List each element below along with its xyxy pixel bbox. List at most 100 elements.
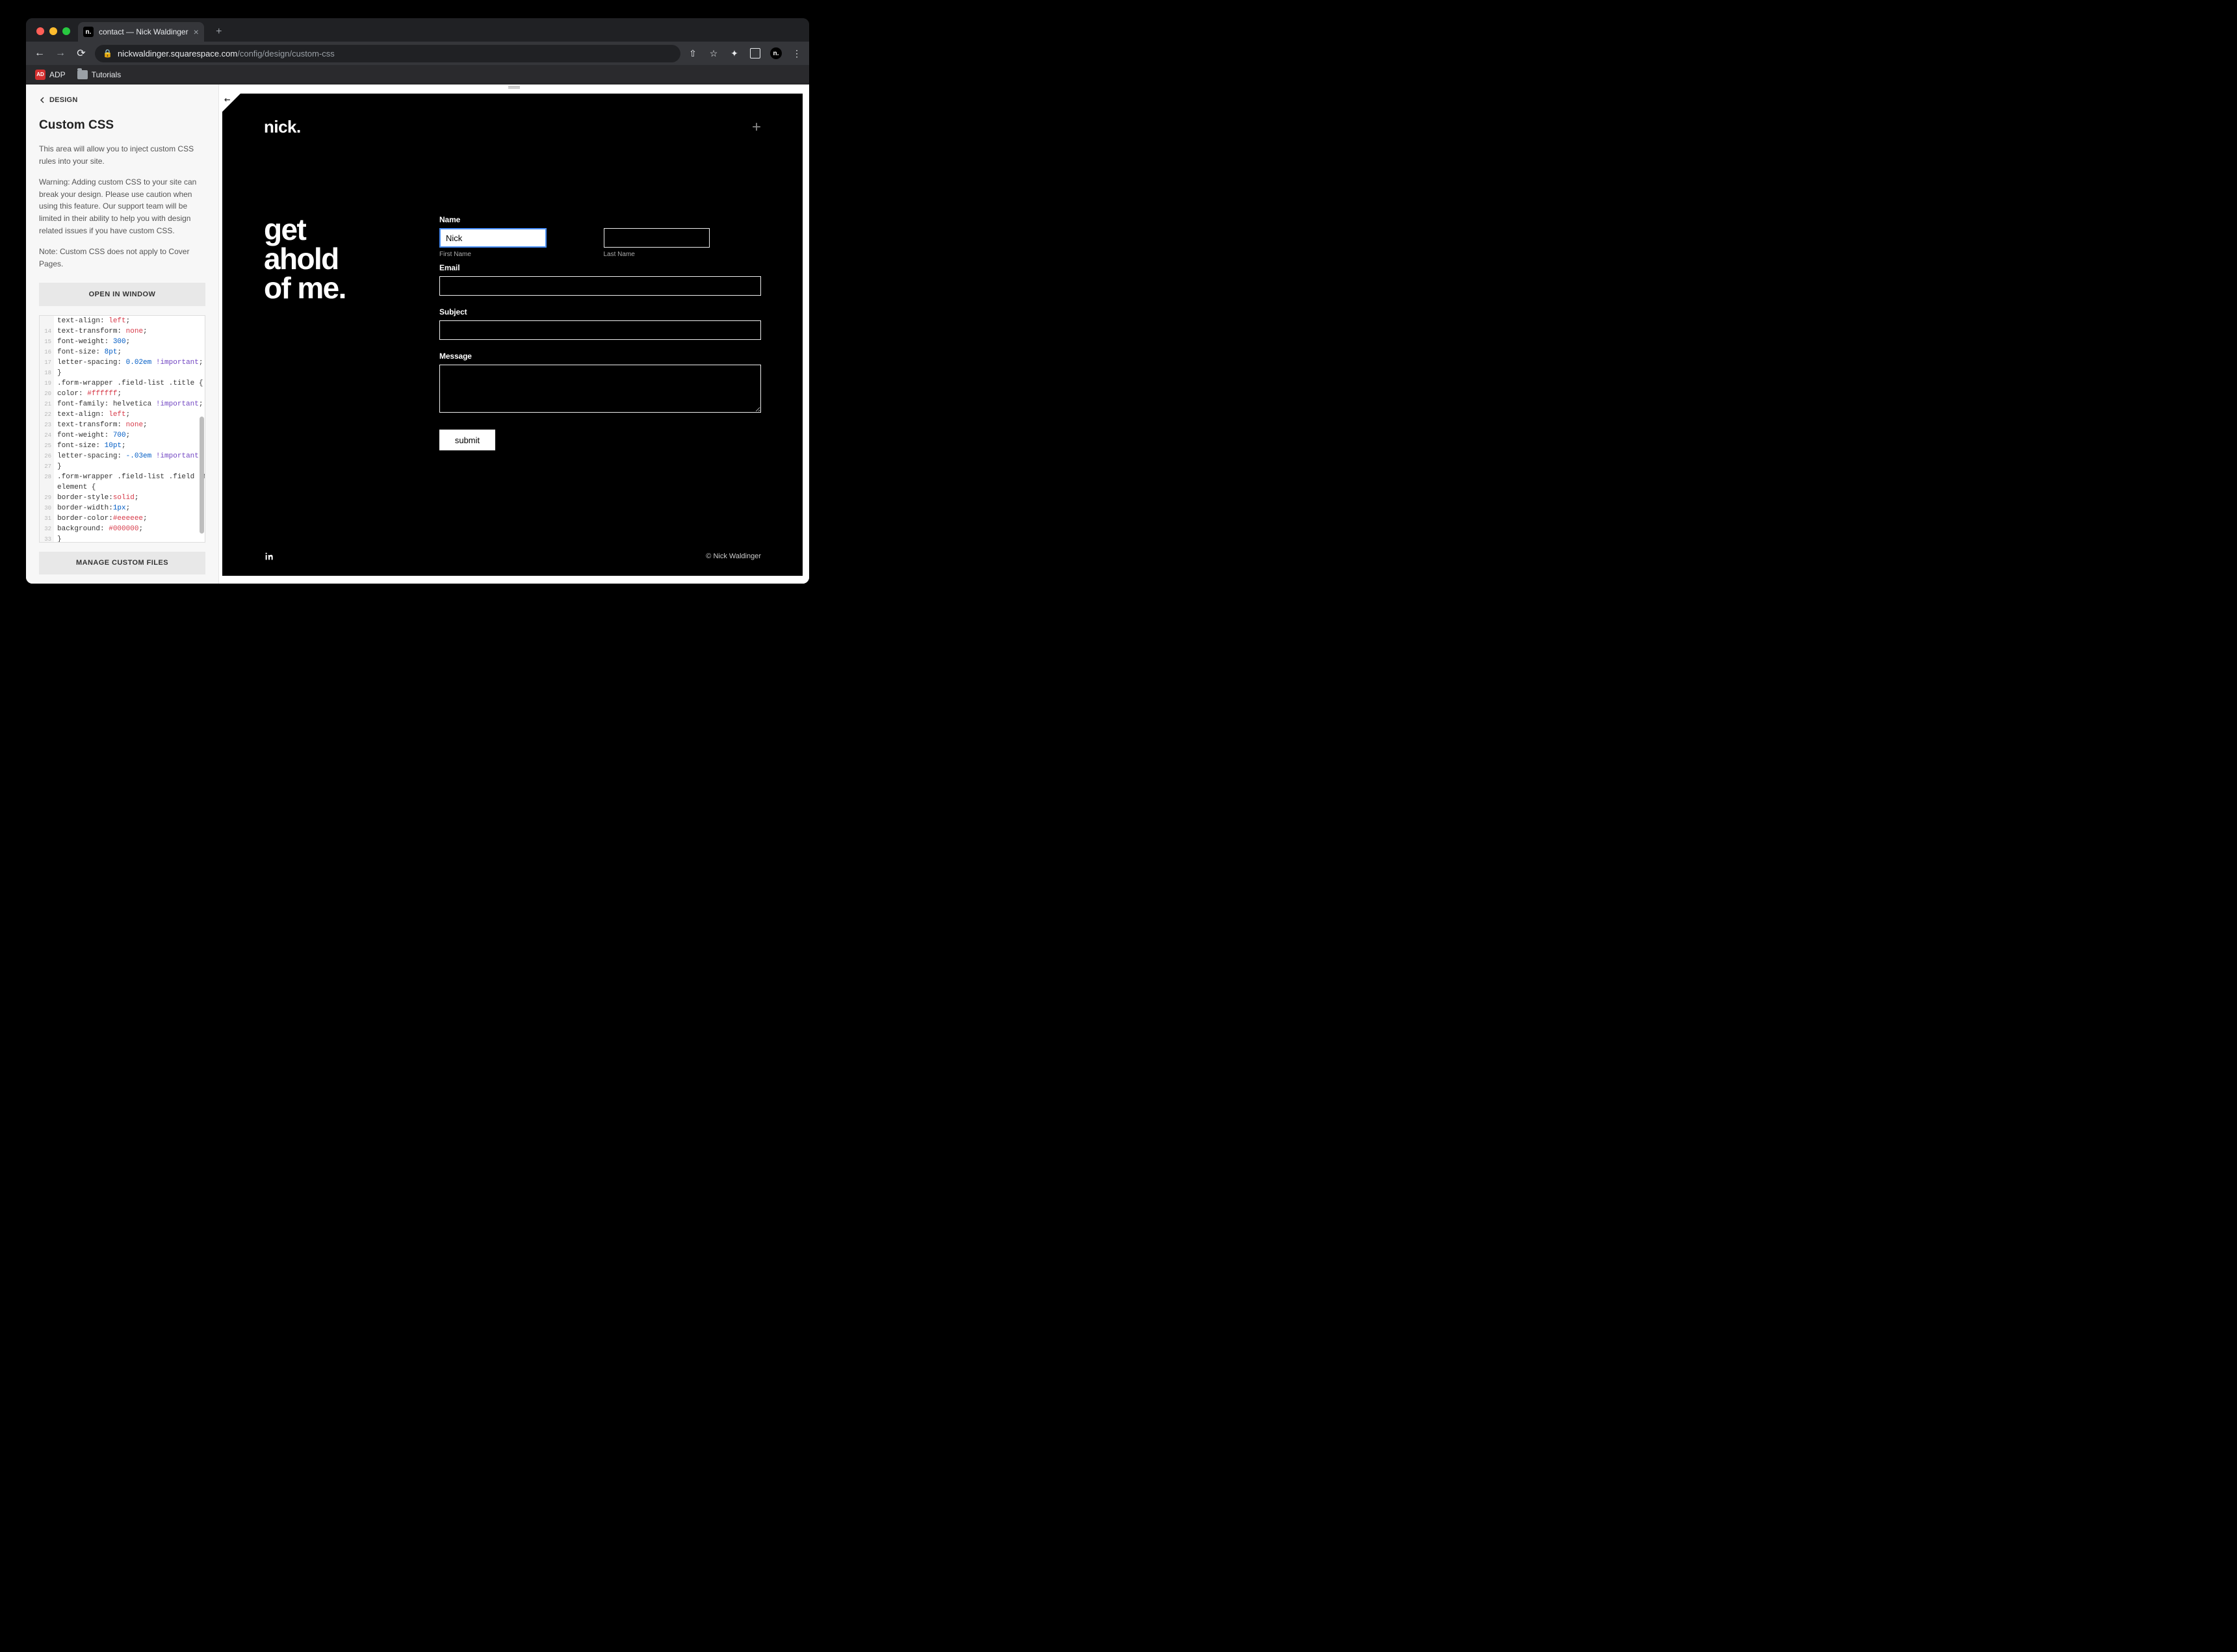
first-name-input[interactable]: [439, 228, 547, 248]
code-line[interactable]: 31border-color:#eeeeee;: [40, 513, 205, 524]
panel-warning: Warning: Adding custom CSS to your site …: [39, 176, 205, 237]
window-minimize-icon[interactable]: [49, 27, 57, 35]
browser-toolbar: ← → ⟳ 🔒 nickwaldinger.squarespace.com/co…: [26, 42, 809, 65]
line-number: 29: [40, 493, 54, 503]
code-line[interactable]: 22text-align: left;: [40, 409, 205, 420]
subject-label: Subject: [439, 307, 761, 316]
submit-button[interactable]: submit: [439, 430, 495, 450]
panel-back-button[interactable]: DESIGN: [39, 96, 205, 104]
code-text: letter-spacing: 0.02em !important;: [54, 357, 203, 368]
code-line[interactable]: 30border-width:1px;: [40, 503, 205, 513]
code-text: element {: [54, 482, 96, 493]
code-line[interactable]: text-align: left;: [40, 316, 205, 326]
line-number: 23: [40, 420, 54, 430]
code-line[interactable]: 15font-weight: 300;: [40, 337, 205, 347]
window-close-icon[interactable]: [36, 27, 44, 35]
code-line[interactable]: 24font-weight: 700;: [40, 430, 205, 441]
css-code-editor[interactable]: text-align: left;14text-transform: none;…: [39, 315, 205, 543]
reload-button[interactable]: ⟳: [74, 47, 88, 60]
message-textarea[interactable]: [439, 365, 761, 413]
code-line[interactable]: 32background: #000000;: [40, 524, 205, 534]
line-number: 24: [40, 430, 54, 441]
code-line[interactable]: 27}: [40, 461, 205, 472]
browser-tab[interactable]: n. contact — Nick Waldinger ×: [78, 22, 204, 42]
code-text: text-align: left;: [54, 316, 130, 326]
code-text: }: [54, 461, 62, 472]
code-line[interactable]: 26letter-spacing: -.03em !important;: [40, 451, 205, 461]
tab-strip: n. contact — Nick Waldinger × +: [26, 18, 809, 42]
subject-input[interactable]: [439, 320, 761, 340]
panel-toggle-icon[interactable]: [749, 47, 761, 59]
line-number: 27: [40, 461, 54, 472]
bookmark-star-icon[interactable]: ☆: [708, 47, 719, 59]
panel-back-label: DESIGN: [49, 96, 78, 104]
code-line[interactable]: 29border-style:solid;: [40, 493, 205, 503]
code-line[interactable]: 18}: [40, 368, 205, 378]
back-button[interactable]: ←: [32, 47, 47, 59]
code-text: text-transform: none;: [54, 420, 148, 430]
code-line[interactable]: 28.form-wrapper .field-list .field .fiel…: [40, 472, 205, 482]
code-text: letter-spacing: -.03em !important;: [54, 451, 203, 461]
linkedin-icon[interactable]: [264, 551, 274, 561]
site-logo[interactable]: nick.: [264, 117, 301, 137]
line-number: 30: [40, 503, 54, 513]
code-line[interactable]: 14text-transform: none;: [40, 326, 205, 337]
line-number: [40, 482, 54, 493]
last-name-caption: Last Name: [604, 251, 762, 258]
code-text: text-transform: none;: [54, 326, 148, 337]
code-line[interactable]: 21font-family: helvetica !important;: [40, 399, 205, 409]
email-input[interactable]: [439, 276, 761, 296]
profile-avatar-icon[interactable]: n.: [770, 47, 782, 59]
folder-icon: [77, 70, 88, 79]
bookmark-tutorials[interactable]: Tutorials: [77, 70, 122, 79]
tab-close-icon[interactable]: ×: [194, 27, 199, 36]
code-line[interactable]: 16font-size: 8pt;: [40, 347, 205, 357]
scrollbar-thumb[interactable]: [200, 417, 204, 534]
window-controls: [34, 27, 74, 42]
panel-note: Note: Custom CSS does not apply to Cover…: [39, 246, 205, 270]
code-line[interactable]: 25font-size: 10pt;: [40, 441, 205, 451]
kebab-menu-icon[interactable]: ⋮: [791, 47, 803, 59]
resize-handle-icon[interactable]: [508, 86, 520, 88]
line-number: 22: [40, 409, 54, 420]
extensions-icon[interactable]: ✦: [729, 47, 740, 59]
last-name-input[interactable]: [604, 228, 710, 248]
bookmark-label: ADP: [49, 70, 66, 79]
code-text: text-align: left;: [54, 409, 130, 420]
panel-intro: This area will allow you to inject custo…: [39, 143, 205, 167]
url-host: nickwaldinger.squarespace.com: [118, 49, 237, 58]
code-line[interactable]: 19.form-wrapper .field-list .title {: [40, 378, 205, 389]
share-icon[interactable]: ⇧: [687, 47, 699, 59]
bookmark-adp[interactable]: AD ADP: [35, 70, 66, 80]
code-line[interactable]: 20color: #ffffff;: [40, 389, 205, 399]
line-number: 28: [40, 472, 54, 482]
line-number: 17: [40, 357, 54, 368]
message-label: Message: [439, 352, 761, 361]
line-number: 20: [40, 389, 54, 399]
hero-heading: get ahold of me.: [264, 215, 407, 450]
tab-favicon-icon: n.: [83, 27, 94, 37]
preview-canvas: ↖ nick. + get ahold of me.: [219, 84, 809, 584]
new-tab-button[interactable]: +: [211, 23, 227, 40]
viewport: DESIGN Custom CSS This area will allow y…: [26, 84, 809, 584]
code-line[interactable]: 23text-transform: none;: [40, 420, 205, 430]
code-line[interactable]: element {: [40, 482, 205, 493]
panel-body: This area will allow you to inject custo…: [26, 136, 218, 279]
code-line[interactable]: 17letter-spacing: 0.02em !important;: [40, 357, 205, 368]
forward-button[interactable]: →: [53, 47, 68, 59]
open-in-window-button[interactable]: OPEN IN WINDOW: [39, 283, 205, 305]
code-text: .form-wrapper .field-list .title {: [54, 378, 203, 389]
site-preview: ↖ nick. + get ahold of me.: [222, 94, 803, 576]
name-label: Name: [439, 215, 761, 224]
code-text: border-style:solid;: [54, 493, 138, 503]
address-bar[interactable]: 🔒 nickwaldinger.squarespace.com/config/d…: [95, 45, 680, 62]
line-number: 31: [40, 513, 54, 524]
menu-plus-icon[interactable]: +: [752, 120, 761, 135]
footer-copyright: © Nick Waldinger: [706, 552, 761, 560]
code-line[interactable]: 33}: [40, 534, 205, 542]
manage-custom-files-button[interactable]: MANAGE CUSTOM FILES: [39, 552, 205, 574]
line-number: 19: [40, 378, 54, 389]
window-zoom-icon[interactable]: [62, 27, 70, 35]
code-text: border-width:1px;: [54, 503, 130, 513]
line-number: 25: [40, 441, 54, 451]
